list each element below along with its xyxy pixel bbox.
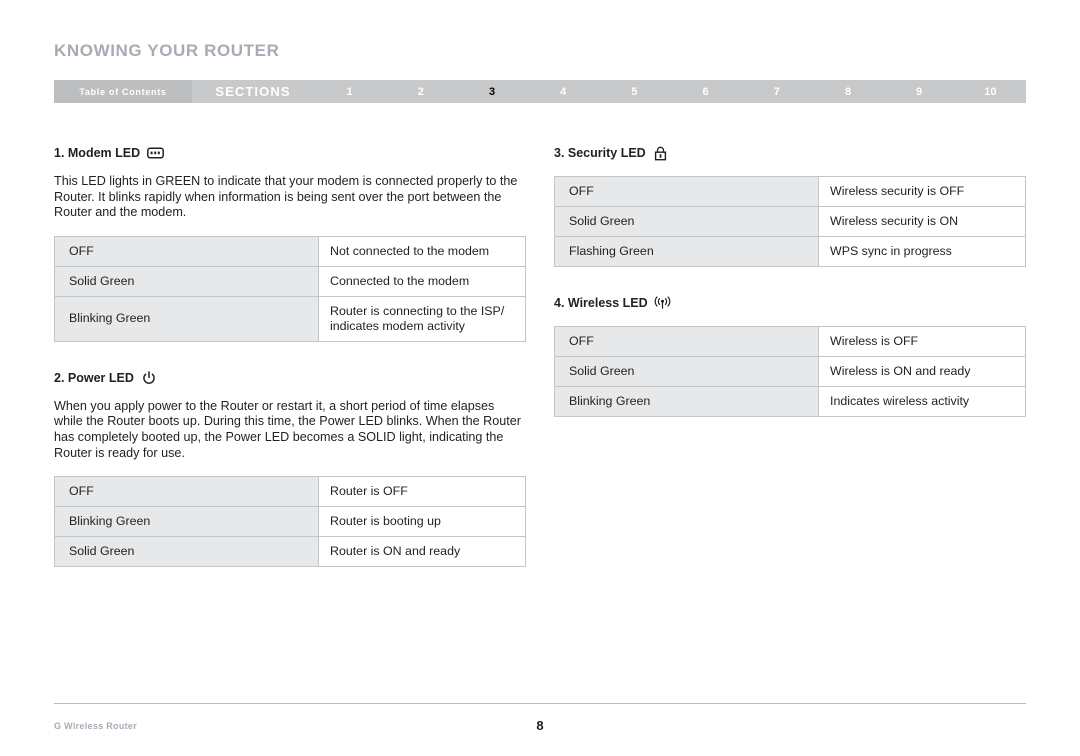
nav-section-4[interactable]: 4 [528, 80, 599, 103]
nav-section-5[interactable]: 5 [599, 80, 670, 103]
table-row: OFF Not connected to the modem [54, 235, 526, 267]
wireless-led-table: OFF Wireless is OFF Solid Green Wireless… [554, 326, 1026, 417]
nav-section-6[interactable]: 6 [670, 80, 741, 103]
nav-sections-label: SECTIONS [215, 84, 291, 99]
table-row: Solid Green Connected to the modem [54, 265, 526, 297]
power-led-table: OFF Router is OFF Blinking Green Router … [54, 476, 526, 568]
led-meaning: Router is connecting to the ISP/ indicat… [318, 295, 526, 342]
section-nav-bar: Table of Contents SECTIONS 1 2 3 4 5 6 7… [54, 80, 1026, 103]
led-state: OFF [554, 176, 819, 207]
lock-icon [652, 145, 670, 161]
power-icon [140, 370, 158, 386]
led-meaning: WPS sync in progress [818, 236, 1026, 267]
wireless-led-heading-text: 4. Wireless LED [554, 295, 648, 310]
led-meaning: Connected to the modem [318, 265, 526, 297]
security-led-heading: 3. Security LED [554, 145, 1026, 161]
nav-section-2[interactable]: 2 [385, 80, 456, 103]
led-meaning: Router is booting up [318, 506, 526, 538]
led-state: Solid Green [554, 356, 819, 387]
document-page: KNOWING YOUR ROUTER Table of Contents SE… [0, 0, 1080, 756]
table-row: Blinking Green Router is connecting to t… [54, 295, 526, 342]
footer-page-number: 8 [536, 718, 544, 733]
footer-divider [54, 703, 1026, 704]
table-row: Blinking Green Router is booting up [54, 506, 526, 538]
nav-section-10[interactable]: 10 [955, 80, 1026, 103]
led-state: Solid Green [554, 206, 819, 237]
table-row: OFF Router is OFF [54, 476, 526, 508]
led-state: OFF [54, 476, 319, 508]
led-meaning: Wireless security is ON [818, 206, 1026, 237]
security-led-table: OFF Wireless security is OFF Solid Green… [554, 176, 1026, 267]
led-meaning: Router is ON and ready [318, 536, 526, 568]
table-row: OFF Wireless security is OFF [554, 176, 1026, 207]
led-meaning: Wireless is OFF [818, 326, 1026, 357]
table-row: Blinking Green Indicates wireless activi… [554, 386, 1026, 417]
led-state: OFF [554, 326, 819, 357]
nav-section-1[interactable]: 1 [314, 80, 385, 103]
page-title: KNOWING YOUR ROUTER [54, 41, 280, 60]
modem-led-heading: 1. Modem LED [54, 145, 526, 161]
led-meaning: Wireless security is OFF [818, 176, 1026, 207]
led-meaning: Router is OFF [318, 476, 526, 508]
table-row: Solid Green Router is ON and ready [54, 536, 526, 568]
nav-section-9[interactable]: 9 [884, 80, 955, 103]
power-led-body: When you apply power to the Router or re… [54, 398, 521, 460]
modem-led-table: OFF Not connected to the modem Solid Gre… [54, 235, 526, 342]
modem-icon [146, 145, 164, 161]
led-meaning: Wireless is ON and ready [818, 356, 1026, 387]
led-state: Solid Green [54, 536, 319, 568]
led-meaning: Indicates wireless activity [818, 386, 1026, 417]
nav-table-of-contents[interactable]: Table of Contents [54, 80, 192, 103]
nav-section-7[interactable]: 7 [741, 80, 812, 103]
power-led-heading-text: 2. Power LED [54, 370, 134, 385]
led-state: Blinking Green [554, 386, 819, 417]
right-column: 3. Security LED OFF Wireless security is… [554, 145, 1026, 417]
table-row: Solid Green Wireless security is ON [554, 206, 1026, 237]
table-row: Solid Green Wireless is ON and ready [554, 356, 1026, 387]
led-meaning: Not connected to the modem [318, 235, 526, 267]
led-state: Solid Green [54, 265, 319, 297]
left-column: 1. Modem LED This LED lights in GREEN to… [54, 145, 526, 568]
table-row: OFF Wireless is OFF [554, 326, 1026, 357]
nav-section-3[interactable]: 3 [456, 80, 527, 103]
security-led-heading-text: 3. Security LED [554, 145, 646, 160]
power-led-heading: 2. Power LED [54, 370, 526, 386]
wireless-icon [654, 295, 672, 311]
nav-section-8[interactable]: 8 [812, 80, 883, 103]
led-state: Blinking Green [54, 506, 319, 538]
modem-led-body: This LED lights in GREEN to indicate tha… [54, 174, 518, 220]
led-state: Flashing Green [554, 236, 819, 267]
led-state: Blinking Green [54, 295, 319, 342]
led-state: OFF [54, 235, 319, 267]
modem-led-heading-text: 1. Modem LED [54, 145, 141, 160]
table-row: Flashing Green WPS sync in progress [554, 236, 1026, 267]
wireless-led-heading: 4. Wireless LED [554, 295, 1026, 311]
